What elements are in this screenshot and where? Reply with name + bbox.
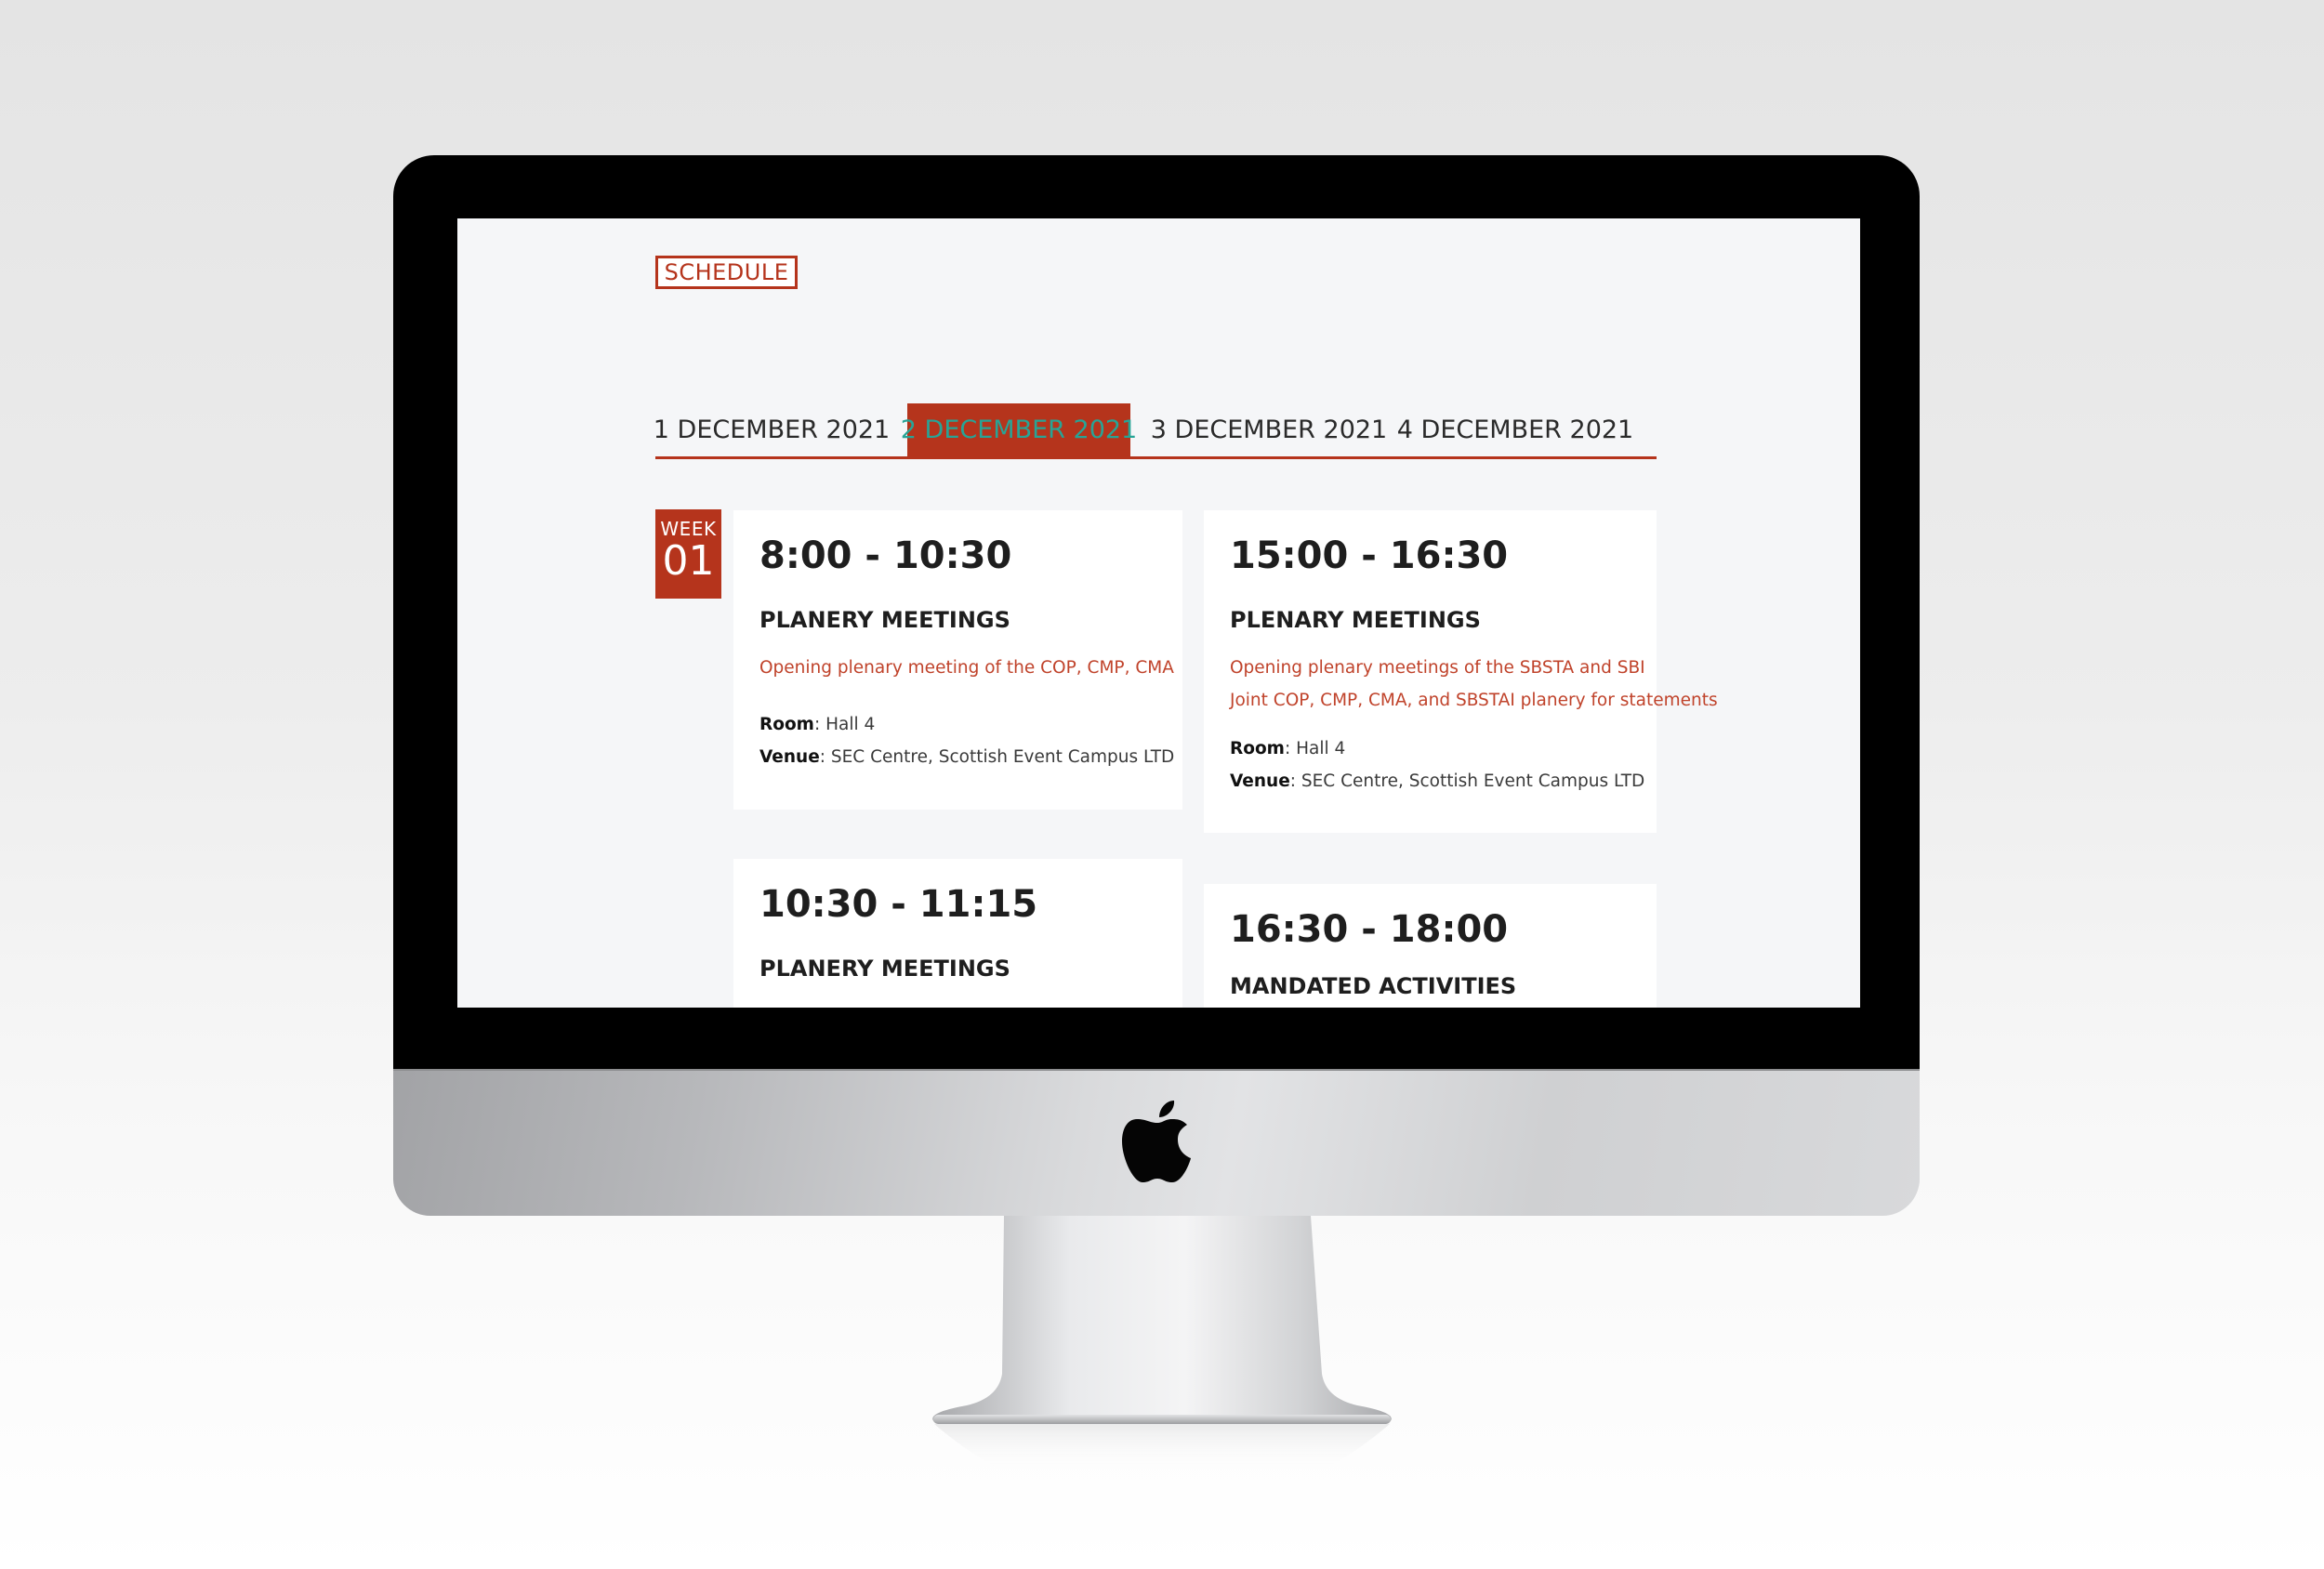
date-tabs: 1 DECEMBER 2021 2 DECEMBER 2021 3 DECEMB… xyxy=(654,403,1657,459)
session-time: 15:00 - 16:30 xyxy=(1230,534,1509,577)
session-time: 10:30 - 11:15 xyxy=(759,883,1038,926)
session-card: 15:00 - 16:30 PLENARY MEETINGS Opening p… xyxy=(1204,510,1718,833)
week-badge: WEEK 01 xyxy=(655,509,721,599)
session-title: PLANERY MEETINGS xyxy=(759,607,1010,633)
description-line: Opening plenary meetings of the SBSTA an… xyxy=(1230,658,1645,678)
room-value: : Hall 4 xyxy=(1284,739,1346,758)
session-time: 16:30 - 18:00 xyxy=(1230,908,1509,951)
tab-2-december-2021[interactable]: 2 DECEMBER 2021 xyxy=(901,403,1137,456)
session-card: 8:00 - 10:30 PLANERY MEETINGS Opening pl… xyxy=(733,510,1182,810)
venue-row: Venue: SEC Centre, Scottish Event Campus… xyxy=(759,741,1174,773)
session-card: 10:30 - 11:15 PLANERY MEETINGS xyxy=(733,859,1182,1008)
session-title: PLANERY MEETINGS xyxy=(759,956,1010,982)
tab-4-december-2021[interactable]: 4 DECEMBER 2021 xyxy=(1397,403,1633,456)
description-line: Joint COP, CMP, CMA, and SBSTAI planery … xyxy=(1230,691,1718,710)
venue-value: : SEC Centre, Scottish Event Campus LTD xyxy=(1289,771,1645,791)
venue-label: Venue xyxy=(759,747,820,767)
schedule-badge: SCHEDULE xyxy=(655,256,798,289)
description-line: Opening plenary meeting of the COP, CMP,… xyxy=(759,658,1174,678)
room-row: Room: Hall 4 xyxy=(1230,732,1644,765)
chin-divider xyxy=(393,1069,1920,1071)
room-label: Room xyxy=(1230,739,1285,758)
tab-1-december-2021[interactable]: 1 DECEMBER 2021 xyxy=(654,403,890,456)
apple-logo-icon xyxy=(1122,1101,1191,1182)
venue-value: : SEC Centre, Scottish Event Campus LTD xyxy=(819,747,1175,767)
monitor-stand xyxy=(932,1216,1392,1424)
session-time: 8:00 - 10:30 xyxy=(759,534,1012,577)
venue-row: Venue: SEC Centre, Scottish Event Campus… xyxy=(1230,765,1644,798)
room-value: : Hall 4 xyxy=(813,715,876,734)
session-meta: Room: Hall 4 Venue: SEC Centre, Scottish… xyxy=(1230,732,1644,798)
room-label: Room xyxy=(759,715,814,734)
tab-3-december-2021[interactable]: 3 DECEMBER 2021 xyxy=(1151,403,1387,456)
session-title: PLENARY MEETINGS xyxy=(1230,607,1481,633)
session-card: 16:30 - 18:00 MANDATED ACTIVITIES xyxy=(1204,884,1657,1008)
week-number: 01 xyxy=(662,537,715,585)
stand-reflection xyxy=(934,1424,1390,1470)
room-row: Room: Hall 4 xyxy=(759,708,1174,741)
session-description: Opening plenary meeting of the COP, CMP,… xyxy=(759,652,1174,684)
screen: SCHEDULE 1 DECEMBER 2021 2 DECEMBER 2021… xyxy=(457,218,1860,1008)
session-meta: Room: Hall 4 Venue: SEC Centre, Scottish… xyxy=(759,708,1174,773)
session-title: MANDATED ACTIVITIES xyxy=(1230,973,1517,999)
session-description: Opening plenary meetings of the SBSTA an… xyxy=(1230,652,1718,717)
venue-label: Venue xyxy=(1230,771,1290,791)
